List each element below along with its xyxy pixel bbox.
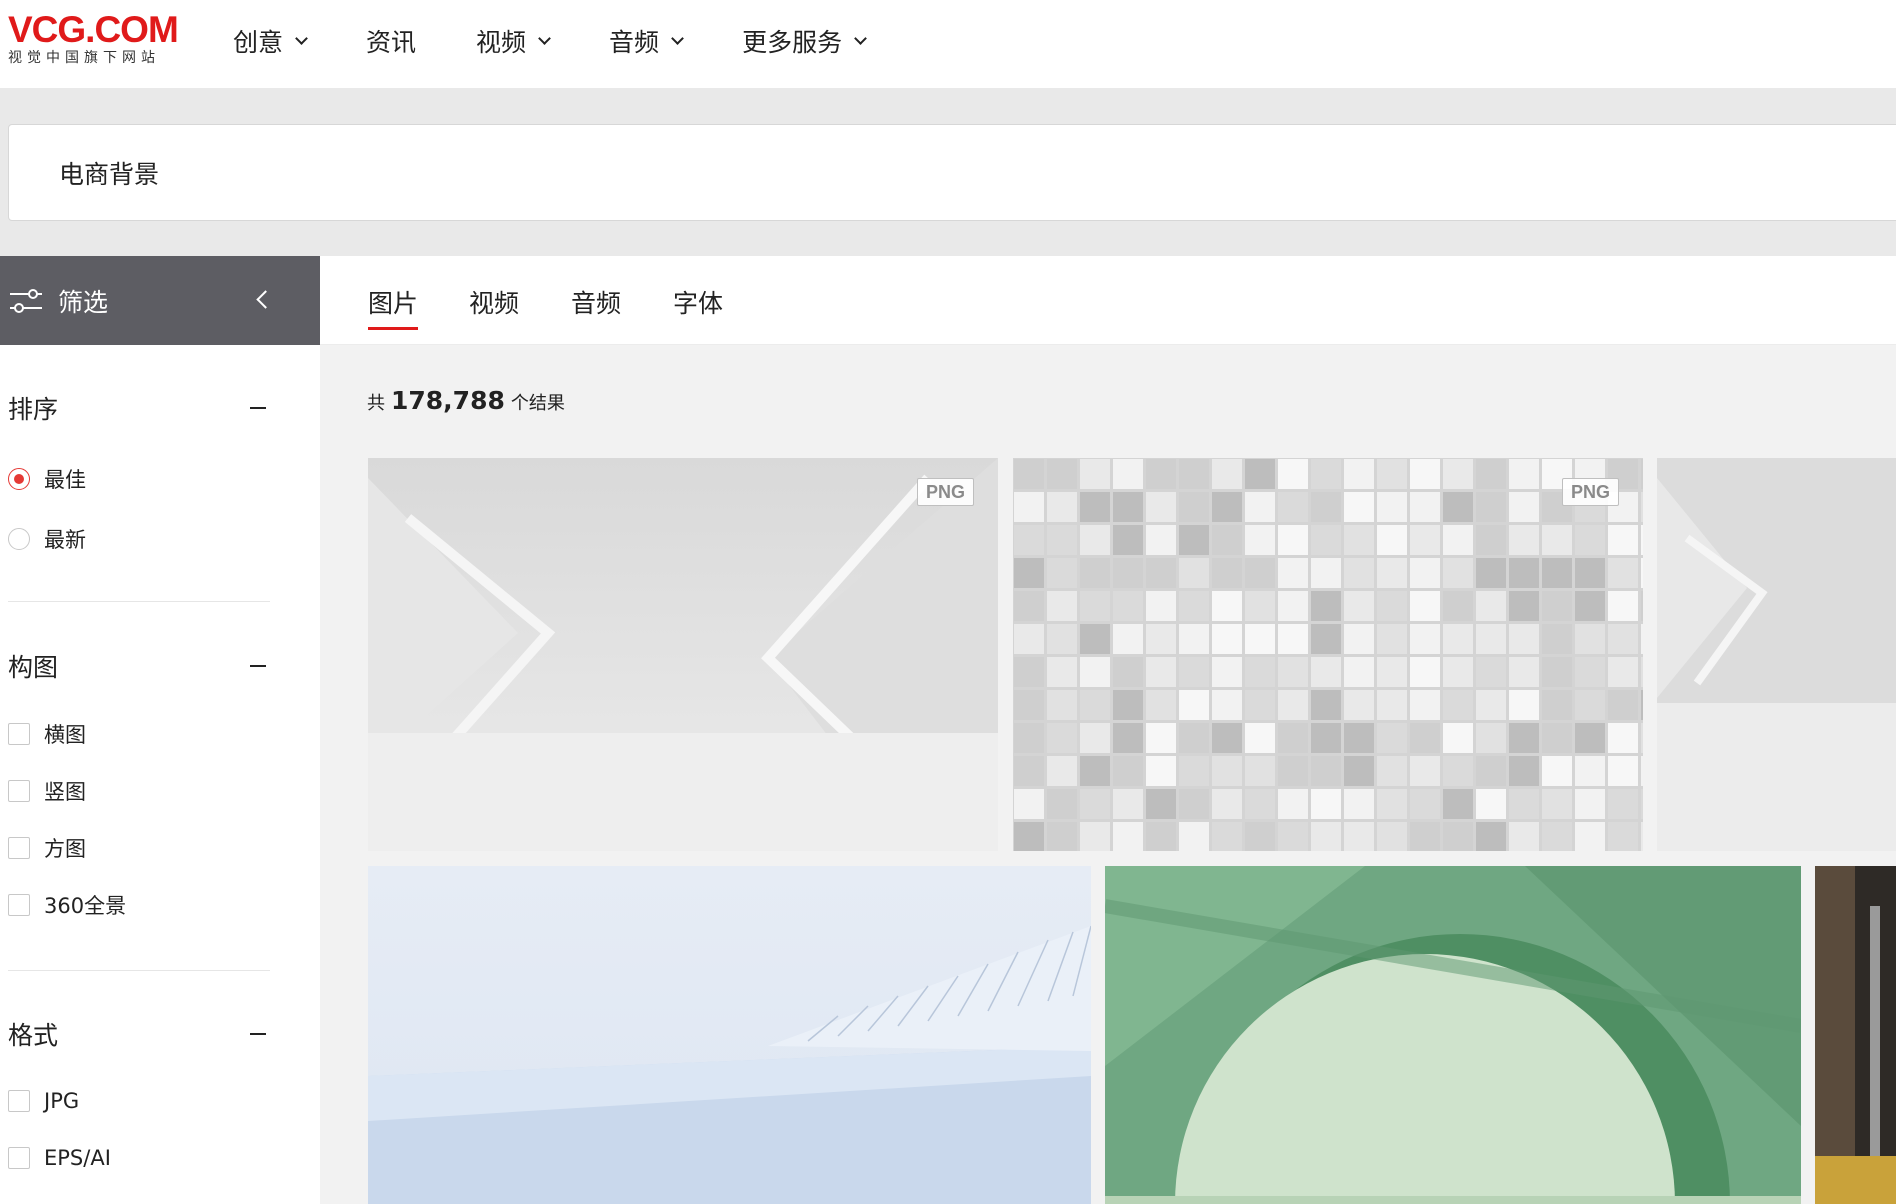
section-title: 格式 (8, 1021, 59, 1050)
filter-sidebar: 筛选 排序 最佳 最新 构图 横图 竖图 方图 360全景 格式 JPG EPS… (0, 256, 320, 1204)
checkbox[interactable] (8, 723, 30, 745)
nav-item-news[interactable]: 资讯 (366, 23, 416, 59)
nav-item-label: 音频 (609, 28, 660, 57)
chevron-left-icon[interactable] (256, 290, 275, 309)
tab-audio[interactable]: 音频 (571, 284, 621, 320)
checkbox[interactable] (8, 780, 30, 802)
option-label: 360全景 (44, 894, 127, 918)
image-result[interactable]: PNG (1013, 458, 1643, 851)
image-result[interactable]: PNG (368, 458, 998, 851)
section-title: 构图 (8, 653, 59, 682)
image-thumbnail-green-arch (1105, 866, 1801, 1204)
nav-item-creative[interactable]: 创意 (233, 23, 308, 59)
checkbox[interactable] (8, 894, 30, 916)
sort-option-newest[interactable]: 最新 (8, 524, 86, 554)
radio-button-checked[interactable] (8, 468, 30, 490)
chevron-down-icon (295, 31, 308, 45)
nav-item-label: 视频 (476, 28, 527, 57)
composition-option-vertical[interactable]: 竖图 (8, 776, 86, 806)
chevron-down-icon (538, 31, 551, 45)
option-label: 横图 (44, 723, 86, 747)
logo-subtitle: 视觉中国旗下网站 (8, 50, 160, 66)
logo[interactable]: VCG.COM 视觉中国旗下网站 (8, 9, 179, 67)
result-count: 共 178,788 个结果 (367, 386, 565, 415)
tab-images[interactable]: 图片 (368, 284, 419, 330)
chevron-down-icon (671, 31, 684, 45)
sort-option-best[interactable]: 最佳 (8, 464, 86, 494)
composition-section-header[interactable]: 构图 (8, 646, 266, 686)
nav-item-video[interactable]: 视频 (476, 23, 551, 59)
nav-item-label: 资讯 (366, 28, 417, 57)
sort-section: 排序 (0, 388, 266, 428)
tab-fonts[interactable]: 字体 (673, 284, 723, 320)
option-label: 方图 (44, 837, 86, 861)
nav-item-label: 更多服务 (742, 28, 843, 57)
filter-title: 筛选 (58, 287, 109, 317)
format-section: 格式 (0, 1014, 266, 1054)
image-thumbnail-industrial (1815, 866, 1896, 1204)
result-number: 178,788 (391, 386, 505, 415)
checkbox[interactable] (8, 1090, 30, 1112)
radio-button[interactable] (8, 528, 30, 550)
result-prefix: 共 (367, 393, 385, 414)
composition-option-panorama[interactable]: 360全景 (8, 890, 126, 920)
option-label: JPG (44, 1089, 80, 1113)
minus-icon[interactable] (250, 665, 266, 667)
nav-item-label: 创意 (233, 28, 284, 57)
option-label: 竖图 (44, 780, 86, 804)
image-thumbnail-blue-architecture (368, 866, 1091, 1204)
composition-option-horizontal[interactable]: 横图 (8, 719, 86, 749)
option-label: EPS/AI (44, 1146, 111, 1170)
search-box[interactable] (8, 124, 1896, 221)
format-option-eps-ai[interactable]: EPS/AI (8, 1143, 111, 1173)
result-suffix: 个结果 (510, 393, 565, 414)
image-thumbnail-white-stage (368, 458, 998, 851)
option-label: 最新 (44, 528, 86, 552)
tab-videos[interactable]: 视频 (469, 284, 519, 320)
format-section-header[interactable]: 格式 (8, 1014, 266, 1054)
nav-item-audio[interactable]: 音频 (609, 23, 684, 59)
format-option-jpg[interactable]: JPG (8, 1086, 79, 1116)
minus-icon[interactable] (250, 407, 266, 409)
checkbox[interactable] (8, 837, 30, 859)
image-thumbnail-white-stage-2 (1657, 458, 1896, 851)
checkbox[interactable] (8, 1147, 30, 1169)
media-type-tabs: 图片 视频 音频 字体 (320, 256, 1896, 345)
image-result[interactable] (1657, 458, 1896, 851)
sliders-icon (10, 288, 42, 313)
search-input[interactable] (57, 125, 1757, 220)
nav-item-more-services[interactable]: 更多服务 (742, 23, 867, 59)
divider (8, 601, 270, 602)
image-result[interactable] (1815, 866, 1896, 1204)
filter-header: 筛选 (0, 256, 320, 345)
image-thumbnail-white-cubes (1013, 458, 1643, 851)
main-nav: 创意 资讯 视频 音频 更多服务 (233, 0, 925, 82)
divider (8, 970, 270, 971)
logo-text: VCG.COM (8, 9, 179, 50)
section-title: 排序 (8, 395, 59, 424)
image-result[interactable] (368, 866, 1091, 1204)
search-band (0, 88, 1896, 256)
option-label: 最佳 (44, 468, 86, 492)
sort-section-header[interactable]: 排序 (8, 388, 266, 428)
top-header: VCG.COM 视觉中国旗下网站 创意 资讯 视频 音频 更多服务 (0, 0, 1896, 88)
minus-icon[interactable] (250, 1033, 266, 1035)
format-badge: PNG (916, 478, 974, 506)
image-result[interactable] (1105, 866, 1801, 1204)
format-badge: PNG (1561, 478, 1619, 506)
composition-option-square[interactable]: 方图 (8, 833, 86, 863)
composition-section: 构图 (0, 646, 266, 686)
chevron-down-icon (854, 31, 867, 45)
